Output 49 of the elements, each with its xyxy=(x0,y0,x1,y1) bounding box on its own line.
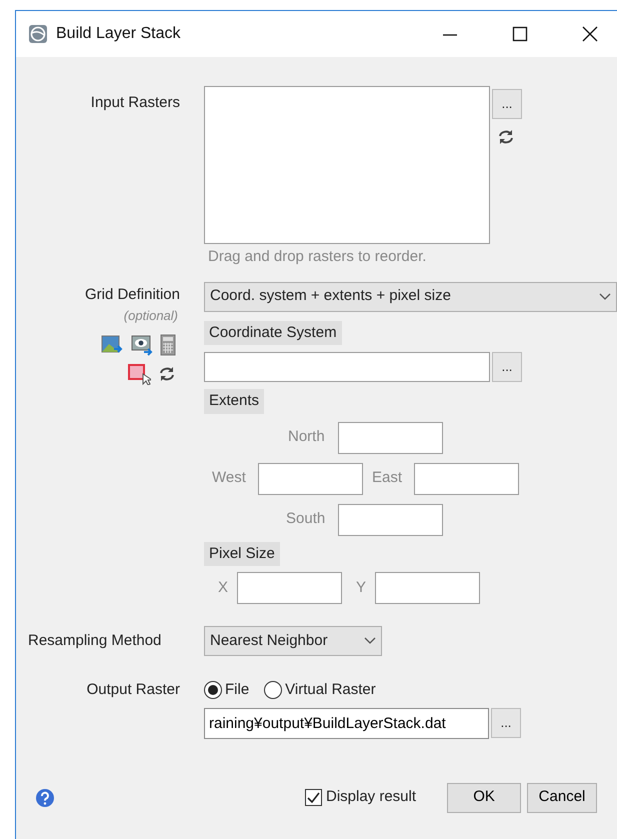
field-label: X xyxy=(218,578,230,598)
section-label: Extents xyxy=(204,389,264,414)
coordinate-system-field[interactable] xyxy=(204,352,490,382)
hint-text: Drag and drop rasters to reorder. xyxy=(208,247,428,267)
display-view-icon[interactable] xyxy=(130,334,152,356)
window-title: Build Layer Stack xyxy=(56,24,181,44)
output-path-field[interactable]: raining¥output¥BuildLayerStack.dat xyxy=(204,708,489,738)
ok-button[interactable]: OK xyxy=(447,782,522,812)
checkbox-label: Display result xyxy=(326,787,416,808)
field-label: Output Raster xyxy=(86,681,180,698)
calculator-icon[interactable] xyxy=(160,334,176,356)
east-field[interactable] xyxy=(414,462,519,494)
refresh-icon[interactable] xyxy=(497,129,515,145)
maximize-icon[interactable] xyxy=(512,26,528,42)
select-area-icon[interactable] xyxy=(126,362,150,384)
caret-icon xyxy=(599,292,611,300)
field-label: North xyxy=(288,427,326,448)
pixel-y-field[interactable] xyxy=(375,572,480,604)
grid-definition-dropdown[interactable]: Coord. system + extents + pixel size xyxy=(204,282,617,312)
browse-button[interactable]: ... xyxy=(492,352,522,382)
field-label: Resampling Method xyxy=(28,632,162,649)
image-icon[interactable] xyxy=(101,334,123,356)
browse-button[interactable]: ... xyxy=(491,708,521,738)
radio-option[interactable]: Virtual Raster xyxy=(264,679,376,702)
radio-button[interactable] xyxy=(204,681,222,700)
radio-button[interactable] xyxy=(264,681,282,700)
west-field[interactable] xyxy=(258,462,363,494)
refresh-icon[interactable] xyxy=(158,366,176,382)
south-field[interactable] xyxy=(338,504,443,536)
app-icon xyxy=(28,24,48,44)
close-icon[interactable] xyxy=(582,26,598,42)
caret-icon xyxy=(364,637,376,645)
north-field[interactable] xyxy=(338,422,443,454)
field-label: South xyxy=(286,509,326,530)
browse-button[interactable]: ... xyxy=(492,89,522,119)
section-label: Coordinate System xyxy=(204,320,342,345)
field-label: East xyxy=(372,468,404,488)
field-label: West xyxy=(212,468,247,488)
display-result-checkbox[interactable] xyxy=(305,789,322,806)
field-label: Input Rasters xyxy=(90,94,180,111)
help-icon[interactable] xyxy=(35,788,55,808)
section-label: Pixel Size xyxy=(204,542,280,566)
radio-option[interactable]: File xyxy=(204,679,250,702)
pixel-x-field[interactable] xyxy=(237,572,342,604)
optional-label: (optional) xyxy=(124,307,178,325)
field-label: Grid Definition xyxy=(84,284,180,304)
field-label: Y xyxy=(356,578,368,598)
resampling-dropdown[interactable]: Nearest Neighbor xyxy=(204,626,382,656)
cancel-button[interactable]: Cancel xyxy=(527,782,598,812)
